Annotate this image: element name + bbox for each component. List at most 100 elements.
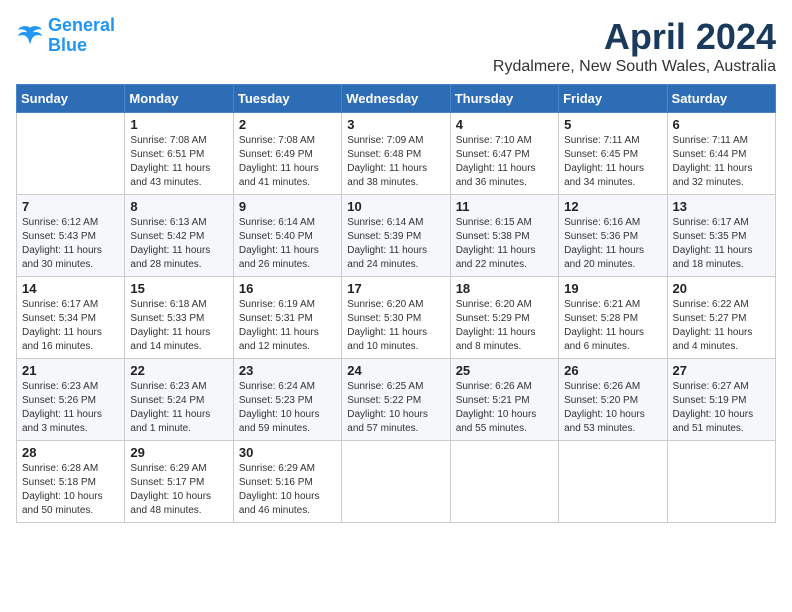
- day-number: 11: [456, 199, 553, 214]
- day-info: Sunrise: 6:18 AM Sunset: 5:33 PM Dayligh…: [130, 298, 227, 354]
- day-number: 24: [347, 363, 444, 378]
- day-info: Sunrise: 6:17 AM Sunset: 5:34 PM Dayligh…: [22, 298, 119, 354]
- day-number: 8: [130, 199, 227, 214]
- day-info: Sunrise: 7:08 AM Sunset: 6:49 PM Dayligh…: [239, 134, 336, 190]
- day-number: 9: [239, 199, 336, 214]
- calendar-cell: 16Sunrise: 6:19 AM Sunset: 5:31 PM Dayli…: [233, 277, 341, 359]
- calendar-cell: 12 Sunrise: 6:16 AM Sunset: 5:36 PM Dayli…: [559, 195, 667, 277]
- day-number: 27: [673, 363, 770, 378]
- calendar-cell: 30Sunrise: 6:29 AM Sunset: 5:16 PM Dayli…: [233, 441, 341, 523]
- day-number: 2: [239, 117, 336, 132]
- location-subtitle: Rydalmere, New South Wales, Australia: [493, 58, 776, 76]
- calendar-cell: 2 Sunrise: 7:08 AM Sunset: 6:49 PM Daylig…: [233, 113, 341, 195]
- day-number: 12: [564, 199, 661, 214]
- day-number: 30: [239, 445, 336, 460]
- day-info: Sunrise: 6:15 AM Sunset: 5:38 PM Dayligh…: [456, 216, 553, 272]
- day-number: 21: [22, 363, 119, 378]
- calendar-cell: 8 Sunrise: 6:13 AM Sunset: 5:42 PM Daylig…: [125, 195, 233, 277]
- day-number: 23: [239, 363, 336, 378]
- day-info: Sunrise: 7:09 AM Sunset: 6:48 PM Dayligh…: [347, 134, 444, 190]
- calendar-cell: 20 Sunrise: 6:22 AM Sunset: 5:27 PM Dayli…: [667, 277, 775, 359]
- month-title: April 2024: [493, 16, 776, 58]
- day-of-week-header: Friday: [559, 85, 667, 113]
- day-of-week-header: Monday: [125, 85, 233, 113]
- calendar-header-row: SundayMondayTuesdayWednesdayThursdayFrid…: [17, 85, 776, 113]
- day-number: 29: [130, 445, 227, 460]
- day-of-week-header: Sunday: [17, 85, 125, 113]
- day-number: 13: [673, 199, 770, 214]
- calendar-cell: 15 Sunrise: 6:18 AM Sunset: 5:33 PM Dayli…: [125, 277, 233, 359]
- day-info: Sunrise: 6:28 AM Sunset: 5:18 PM Dayligh…: [22, 462, 119, 518]
- calendar-cell: 10 Sunrise: 6:14 AM Sunset: 5:39 PM Dayli…: [342, 195, 450, 277]
- day-number: 28: [22, 445, 119, 460]
- day-info: Sunrise: 6:14 AM Sunset: 5:39 PM Dayligh…: [347, 216, 444, 272]
- day-info: Sunrise: 6:26 AM Sunset: 5:21 PM Dayligh…: [456, 380, 553, 436]
- day-info: Sunrise: 6:16 AM Sunset: 5:36 PM Dayligh…: [564, 216, 661, 272]
- day-info: Sunrise: 6:13 AM Sunset: 5:42 PM Dayligh…: [130, 216, 227, 272]
- logo: General Blue: [16, 16, 115, 56]
- day-info: Sunrise: 6:26 AM Sunset: 5:20 PM Dayligh…: [564, 380, 661, 436]
- day-info: Sunrise: 7:11 AM Sunset: 6:45 PM Dayligh…: [564, 134, 661, 190]
- calendar-table: SundayMondayTuesdayWednesdayThursdayFrid…: [16, 84, 776, 523]
- calendar-cell: [450, 441, 558, 523]
- title-block: April 2024 Rydalmere, New South Wales, A…: [493, 16, 776, 76]
- day-info: Sunrise: 6:22 AM Sunset: 5:27 PM Dayligh…: [673, 298, 770, 354]
- calendar-cell: 1 Sunrise: 7:08 AM Sunset: 6:51 PM Daylig…: [125, 113, 233, 195]
- calendar-cell: 17 Sunrise: 6:20 AM Sunset: 5:30 PM Dayli…: [342, 277, 450, 359]
- calendar-cell: 27Sunrise: 6:27 AM Sunset: 5:19 PM Dayli…: [667, 359, 775, 441]
- day-info: Sunrise: 7:08 AM Sunset: 6:51 PM Dayligh…: [130, 134, 227, 190]
- logo-text: General Blue: [48, 16, 115, 56]
- calendar-week-row: 28 Sunrise: 6:28 AM Sunset: 5:18 PM Dayli…: [17, 441, 776, 523]
- calendar-week-row: 14 Sunrise: 6:17 AM Sunset: 5:34 PM Dayli…: [17, 277, 776, 359]
- calendar-cell: 29 Sunrise: 6:29 AM Sunset: 5:17 PM Dayli…: [125, 441, 233, 523]
- day-info: Sunrise: 6:23 AM Sunset: 5:24 PM Dayligh…: [130, 380, 227, 436]
- day-info: Sunrise: 6:14 AM Sunset: 5:40 PM Dayligh…: [239, 216, 336, 272]
- calendar-cell: 3 Sunrise: 7:09 AM Sunset: 6:48 PM Daylig…: [342, 113, 450, 195]
- day-number: 14: [22, 281, 119, 296]
- day-number: 15: [130, 281, 227, 296]
- day-of-week-header: Tuesday: [233, 85, 341, 113]
- day-number: 10: [347, 199, 444, 214]
- calendar-cell: 6 Sunrise: 7:11 AM Sunset: 6:44 PM Daylig…: [667, 113, 775, 195]
- calendar-cell: 19 Sunrise: 6:21 AM Sunset: 5:28 PM Dayli…: [559, 277, 667, 359]
- day-number: 20: [673, 281, 770, 296]
- day-number: 18: [456, 281, 553, 296]
- calendar-week-row: 1 Sunrise: 7:08 AM Sunset: 6:51 PM Daylig…: [17, 113, 776, 195]
- calendar-cell: 11 Sunrise: 6:15 AM Sunset: 5:38 PM Dayli…: [450, 195, 558, 277]
- calendar-cell: 7 Sunrise: 6:12 AM Sunset: 5:43 PM Daylig…: [17, 195, 125, 277]
- day-number: 17: [347, 281, 444, 296]
- calendar-cell: 9 Sunrise: 6:14 AM Sunset: 5:40 PM Daylig…: [233, 195, 341, 277]
- day-number: 25: [456, 363, 553, 378]
- calendar-cell: 24Sunrise: 6:25 AM Sunset: 5:22 PM Dayli…: [342, 359, 450, 441]
- calendar-cell: 23Sunrise: 6:24 AM Sunset: 5:23 PM Dayli…: [233, 359, 341, 441]
- calendar-cell: 26 Sunrise: 6:26 AM Sunset: 5:20 PM Dayli…: [559, 359, 667, 441]
- day-number: 5: [564, 117, 661, 132]
- day-of-week-header: Wednesday: [342, 85, 450, 113]
- day-info: Sunrise: 6:12 AM Sunset: 5:43 PM Dayligh…: [22, 216, 119, 272]
- calendar-cell: 14 Sunrise: 6:17 AM Sunset: 5:34 PM Dayli…: [17, 277, 125, 359]
- day-info: Sunrise: 6:20 AM Sunset: 5:29 PM Dayligh…: [456, 298, 553, 354]
- day-info: Sunrise: 7:10 AM Sunset: 6:47 PM Dayligh…: [456, 134, 553, 190]
- day-info: Sunrise: 6:21 AM Sunset: 5:28 PM Dayligh…: [564, 298, 661, 354]
- day-info: Sunrise: 6:20 AM Sunset: 5:30 PM Dayligh…: [347, 298, 444, 354]
- calendar-cell: 5 Sunrise: 7:11 AM Sunset: 6:45 PM Daylig…: [559, 113, 667, 195]
- day-number: 4: [456, 117, 553, 132]
- calendar-week-row: 7 Sunrise: 6:12 AM Sunset: 5:43 PM Daylig…: [17, 195, 776, 277]
- day-number: 7: [22, 199, 119, 214]
- calendar-cell: [559, 441, 667, 523]
- day-info: Sunrise: 6:19 AM Sunset: 5:31 PM Dayligh…: [239, 298, 336, 354]
- day-number: 26: [564, 363, 661, 378]
- day-number: 19: [564, 281, 661, 296]
- day-info: Sunrise: 6:29 AM Sunset: 5:17 PM Dayligh…: [130, 462, 227, 518]
- day-of-week-header: Saturday: [667, 85, 775, 113]
- calendar-cell: 21 Sunrise: 6:23 AM Sunset: 5:26 PM Dayli…: [17, 359, 125, 441]
- day-number: 1: [130, 117, 227, 132]
- day-info: Sunrise: 7:11 AM Sunset: 6:44 PM Dayligh…: [673, 134, 770, 190]
- logo-icon: [16, 24, 44, 48]
- day-number: 6: [673, 117, 770, 132]
- calendar-cell: 22Sunrise: 6:23 AM Sunset: 5:24 PM Dayli…: [125, 359, 233, 441]
- day-number: 3: [347, 117, 444, 132]
- calendar-week-row: 21 Sunrise: 6:23 AM Sunset: 5:26 PM Dayli…: [17, 359, 776, 441]
- calendar-cell: 13Sunrise: 6:17 AM Sunset: 5:35 PM Dayli…: [667, 195, 775, 277]
- day-info: Sunrise: 6:23 AM Sunset: 5:26 PM Dayligh…: [22, 380, 119, 436]
